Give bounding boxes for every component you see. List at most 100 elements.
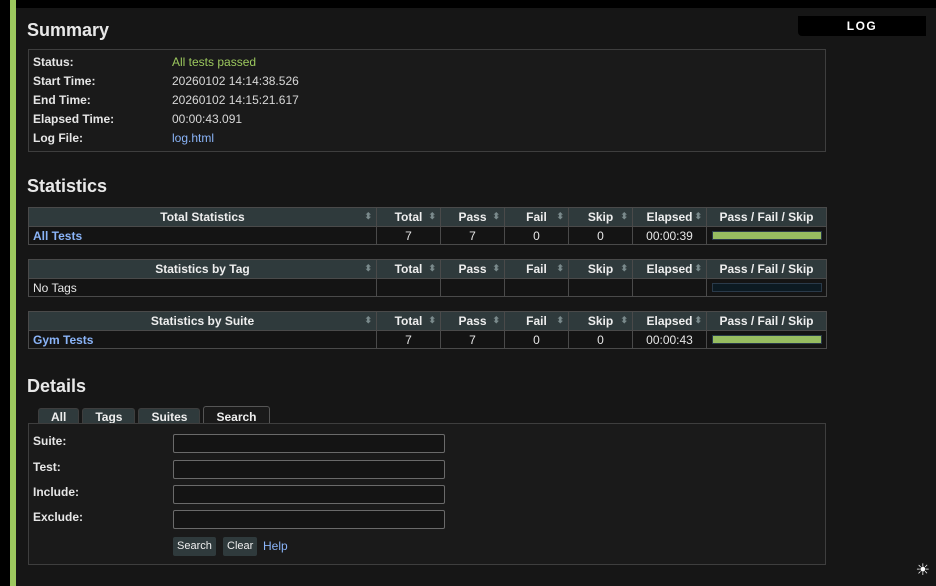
column-header-graph: Pass / Fail / Skip [706,207,827,227]
sort-arrows-icon: ⬍ [620,211,628,221]
summary-key: End Time: [33,93,91,107]
column-header-elapsed[interactable]: Elapsed ⬍ [632,259,707,279]
log-file-link[interactable]: log.html [172,129,214,148]
sort-arrows-icon: ⬍ [428,315,436,325]
elapsed-time-value: 00:00:43.091 [172,112,243,126]
summary-row-elapsed: Elapsed Time: 00:00:43.091 [29,110,825,129]
sun-icon[interactable]: ☀ [916,560,930,580]
summary-key: Log File: [33,131,83,145]
cell-fail: 0 [504,330,569,349]
sort-arrows-icon: ⬍ [694,315,702,325]
column-header-total[interactable]: Total ⬍ [376,259,441,279]
column-header-name[interactable]: Statistics by Tag ⬍ [28,259,377,279]
summary-row-start: Start Time: 20260102 14:14:38.526 [29,72,825,91]
sort-arrows-icon: ⬍ [364,315,372,325]
pass-fail-skip-bar [711,283,822,292]
status-value: All tests passed [172,55,257,69]
test-label: Test: [33,460,61,474]
end-time-value: 20260102 14:15:21.617 [172,93,299,107]
sort-arrows-icon: ⬍ [620,315,628,325]
include-label: Include: [33,485,80,499]
summary-row-status: Status: All tests passed [29,53,825,72]
column-header-fail[interactable]: Fail ⬍ [504,311,569,331]
cell-total: 7 [376,330,441,349]
log-link[interactable]: LOG [798,16,926,36]
column-header-skip[interactable]: Skip ⬍ [568,311,633,331]
sort-arrows-icon: ⬍ [556,263,564,273]
column-header-pass[interactable]: Pass ⬍ [440,259,505,279]
gym-tests-link[interactable]: Gym Tests [28,330,377,349]
column-header-total[interactable]: Total ⬍ [376,207,441,227]
table-header-row: Statistics by Suite ⬍ Total ⬍ Pass ⬍ Fail ⬍ … [28,311,827,331]
test-input[interactable] [173,460,445,479]
cell-graph [706,278,827,297]
column-header-graph: Pass / Fail / Skip [706,259,827,279]
column-header-total[interactable]: Total ⬍ [376,311,441,331]
summary-row-end: End Time: 20260102 14:15:21.617 [29,91,825,110]
column-header-pass[interactable]: Pass ⬍ [440,207,505,227]
sort-arrows-icon: ⬍ [694,263,702,273]
sort-arrows-icon: ⬍ [492,315,500,325]
column-header-elapsed[interactable]: Elapsed ⬍ [632,311,707,331]
cell-total: 7 [376,226,441,245]
cell-total [376,278,441,297]
column-header-name[interactable]: Statistics by Suite ⬍ [28,311,377,331]
cell-graph [706,330,827,349]
suite-input[interactable] [173,434,445,453]
table-header-row: Statistics by Tag ⬍ Total ⬍ Pass ⬍ Fail ⬍ Sk… [28,259,827,279]
cell-pass: 7 [440,226,505,245]
search-panel: Suite: Test: Include: Exclude: Search Cl… [28,423,826,565]
pass-fail-skip-bar [711,231,822,240]
table-row: Gym Tests 7 7 0 0 00:00:43 [28,330,827,349]
summary-box: Status: All tests passed Start Time: 202… [28,49,826,152]
column-header-name[interactable]: Total Statistics ⬍ [28,207,377,227]
column-header-fail[interactable]: Fail ⬍ [504,259,569,279]
sort-arrows-icon: ⬍ [428,263,436,273]
cell-skip [568,278,633,297]
statistics-heading: Statistics [27,176,108,196]
cell-pass: 7 [440,330,505,349]
column-header-skip[interactable]: Skip ⬍ [568,259,633,279]
cell-elapsed: 00:00:43 [632,330,707,349]
tag-statistics-table: Statistics by Tag ⬍ Total ⬍ Pass ⬍ Fail ⬍ Sk… [28,259,827,297]
table-header-row: Total Statistics ⬍ Total ⬍ Pass ⬍ Fail ⬍ Ski… [28,207,827,227]
sort-arrows-icon: ⬍ [694,211,702,221]
sort-arrows-icon: ⬍ [428,211,436,221]
sort-arrows-icon: ⬍ [364,263,372,273]
search-button[interactable]: Search [173,537,216,556]
column-header-fail[interactable]: Fail ⬍ [504,207,569,227]
summary-key: Elapsed Time: [33,112,115,126]
no-tags-label: No Tags [28,278,377,297]
table-row: No Tags [28,278,827,297]
cell-graph [706,226,827,245]
sort-arrows-icon: ⬍ [620,263,628,273]
start-time-value: 20260102 14:14:38.526 [172,74,299,88]
details-heading: Details [27,376,87,396]
help-link[interactable]: Help [263,537,288,556]
cell-skip: 0 [568,226,633,245]
cell-fail: 0 [504,226,569,245]
sort-arrows-icon: ⬍ [556,315,564,325]
suite-label: Suite: [33,434,67,448]
include-input[interactable] [173,485,445,504]
cell-elapsed [632,278,707,297]
all-tests-link[interactable]: All Tests [28,226,377,245]
table-row: All Tests 7 7 0 0 00:00:39 [28,226,827,245]
sort-arrows-icon: ⬍ [556,211,564,221]
exclude-input[interactable] [173,510,445,529]
summary-row-logfile: Log File: log.html [29,129,825,148]
total-statistics-table: Total Statistics ⬍ Total ⬍ Pass ⬍ Fail ⬍ Ski… [28,207,827,245]
pass-fail-skip-bar [711,335,822,344]
sort-arrows-icon: ⬍ [492,211,500,221]
cell-skip: 0 [568,330,633,349]
column-header-graph: Pass / Fail / Skip [706,311,827,331]
column-header-pass[interactable]: Pass ⬍ [440,311,505,331]
sort-arrows-icon: ⬍ [492,263,500,273]
summary-key: Status: [33,55,74,69]
sort-arrows-icon: ⬍ [364,211,372,221]
cell-pass [440,278,505,297]
column-header-skip[interactable]: Skip ⬍ [568,207,633,227]
clear-button[interactable]: Clear [223,537,258,556]
report-page: LOG Summary Status: All tests passed Sta… [16,8,936,586]
column-header-elapsed[interactable]: Elapsed ⬍ [632,207,707,227]
